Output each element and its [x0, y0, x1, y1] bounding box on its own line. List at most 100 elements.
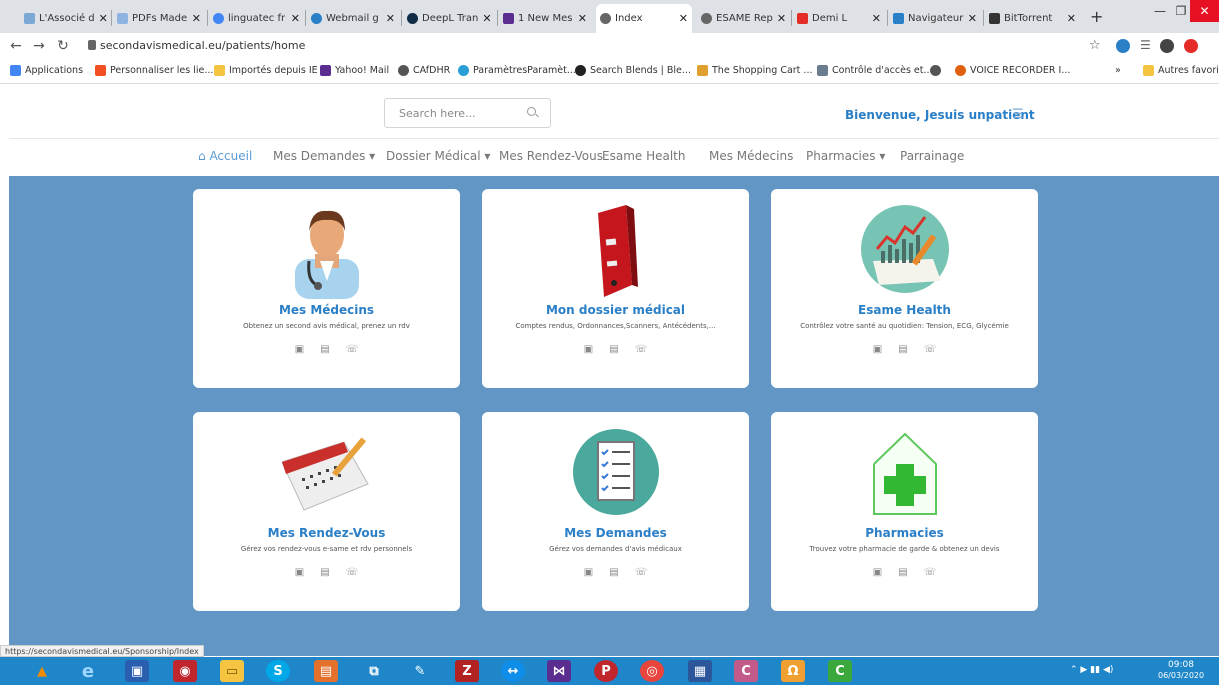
tab-close-icon[interactable]: ✕ — [679, 12, 688, 25]
tab-3[interactable]: linguatec fr ✕ — [209, 6, 304, 30]
tab-8[interactable]: ESAME Rep ✕ — [697, 6, 789, 30]
card-title[interactable]: Mon dossier médical — [482, 303, 749, 317]
tab-4[interactable]: Webmail g ✕ — [307, 6, 399, 30]
video-icon[interactable]: ▣ — [584, 567, 593, 578]
card-esame-health[interactable]: Esame Health Contrôlez votre santé au qu… — [771, 189, 1038, 388]
headset-icon[interactable]: Ω — [781, 660, 805, 682]
star-icon[interactable]: ☆ — [1089, 38, 1101, 53]
tab-close-icon[interactable]: ✕ — [291, 12, 300, 25]
back-icon[interactable]: ← — [5, 38, 27, 54]
card-medical-record[interactable]: Mon dossier médical Comptes rendus, Ordo… — [482, 189, 749, 388]
tab-10[interactable]: Navigateur ✕ — [889, 6, 981, 30]
bookmark-item[interactable]: ParamètresParamèt... — [458, 65, 576, 76]
clock-date[interactable]: 06/03/2020 — [1158, 671, 1204, 680]
tab-11[interactable]: BitTorrent ✕ — [985, 6, 1080, 30]
tab-5[interactable]: DeepL Tran ✕ — [403, 6, 495, 30]
bookmark-apps[interactable]: Applications — [10, 65, 83, 76]
book-icon[interactable]: ▤ — [320, 567, 329, 578]
video-icon[interactable]: ▣ — [295, 567, 304, 578]
tab-close-icon[interactable]: ✕ — [192, 12, 201, 25]
nav-requests[interactable]: Mes Demandes ▾ — [273, 149, 375, 163]
video-icon[interactable]: ▣ — [584, 344, 593, 355]
filezilla-icon[interactable]: Z — [455, 660, 479, 682]
file-explorer-icon[interactable]: ▭ — [220, 660, 244, 682]
forward-icon[interactable]: → — [28, 38, 50, 54]
card-doctors[interactable]: Mes Médecins Obtenez un second avis médi… — [193, 189, 460, 388]
tab-close-icon[interactable]: ✕ — [872, 12, 881, 25]
card-title[interactable]: Mes Médecins — [193, 303, 460, 317]
nav-record[interactable]: Dossier Médical ▾ — [386, 149, 490, 163]
tab-close-icon[interactable]: ✕ — [99, 12, 108, 25]
extension-icon-list[interactable]: ☰ — [1140, 38, 1151, 52]
bookmark-item[interactable]: Importés depuis IE — [214, 65, 318, 76]
book-icon[interactable]: ▤ — [609, 567, 618, 578]
card-title[interactable]: Esame Health — [771, 303, 1038, 317]
nav-appointments[interactable]: Mes Rendez-Vous — [499, 149, 603, 163]
other-bookmarks-folder[interactable]: Autres favoris — [1143, 65, 1219, 76]
search-input[interactable]: Search here... — [384, 98, 551, 128]
card-title[interactable]: Pharmacies — [771, 526, 1038, 540]
book-icon[interactable]: ▤ — [609, 344, 618, 355]
pdf-app-icon[interactable]: P — [594, 660, 618, 682]
app-icon[interactable]: ▣ — [125, 660, 149, 682]
video-icon[interactable]: ▣ — [873, 344, 882, 355]
tab-close-icon[interactable]: ✕ — [1067, 12, 1076, 25]
card-pharmacies[interactable]: Pharmacies Trouvez votre pharmacie de ga… — [771, 412, 1038, 611]
camtasia-icon[interactable]: C — [828, 660, 852, 682]
chrome-icon[interactable]: ◎ — [640, 660, 664, 682]
tab-close-icon[interactable]: ✕ — [968, 12, 977, 25]
tab-2[interactable]: PDFs Made ✕ — [113, 6, 205, 30]
extension-icon-blue[interactable] — [1116, 39, 1130, 53]
network-icon[interactable]: ⧉ — [362, 660, 386, 682]
phone-icon[interactable]: ☏ — [924, 567, 937, 578]
maximize-button[interactable]: ❐ — [1172, 0, 1190, 22]
tab-active-index[interactable]: Index ✕ — [596, 4, 692, 33]
phone-icon[interactable]: ☏ — [924, 344, 937, 355]
tab-close-icon[interactable]: ✕ — [482, 12, 491, 25]
book-icon[interactable]: ▤ — [898, 567, 907, 578]
bookmark-item[interactable]: The Shopping Cart ... — [697, 65, 813, 76]
book-icon[interactable]: ▤ — [898, 344, 907, 355]
visual-studio-icon[interactable]: ⋈ — [547, 660, 571, 682]
close-window-button[interactable]: ✕ — [1190, 0, 1219, 22]
pen-tool-icon[interactable]: ✎ — [408, 660, 432, 682]
more-bookmarks-button[interactable]: » — [1115, 65, 1121, 76]
internet-explorer-icon[interactable]: e — [76, 660, 100, 682]
phone-icon[interactable]: ☏ — [635, 344, 648, 355]
word-pad-icon[interactable]: ▦ — [688, 660, 712, 682]
extension-icon-red[interactable] — [1184, 39, 1198, 53]
tray-icons[interactable]: ⌃ ▶ ▮▮ ◀) — [1070, 665, 1113, 675]
search-icon[interactable] — [527, 107, 536, 116]
skype-icon[interactable]: S — [266, 660, 290, 682]
phone-icon[interactable]: ☏ — [346, 567, 359, 578]
tab-close-icon[interactable]: ✕ — [777, 12, 786, 25]
nav-sponsorship[interactable]: Parrainage — [900, 149, 964, 163]
bookmark-item[interactable]: Personnaliser les lie... — [95, 65, 213, 76]
bookmark-item[interactable]: Search Blends | Ble... — [575, 65, 691, 76]
card-title[interactable]: Mes Demandes — [482, 526, 749, 540]
nav-home[interactable]: ⌂ Accueil — [198, 149, 252, 163]
tab-close-icon[interactable]: ✕ — [578, 12, 587, 25]
card-requests[interactable]: Mes Demandes Gérez vos demandes d'avis m… — [482, 412, 749, 611]
bookmark-item[interactable]: CAfDHR — [398, 65, 450, 76]
nav-doctors[interactable]: Mes Médecins — [709, 149, 793, 163]
tab-9[interactable]: Demi L ✕ — [793, 6, 885, 30]
teamviewer-icon[interactable]: ↔ — [501, 660, 525, 682]
clock-time[interactable]: 09:08 — [1168, 660, 1194, 670]
tab-6[interactable]: 1 New Mes ✕ — [499, 6, 591, 30]
card-appointments[interactable]: Mes Rendez-Vous Gérez vos rendez-vous e-… — [193, 412, 460, 611]
bookmark-item[interactable]: Yahoo! Mail — [320, 65, 389, 76]
minimize-button[interactable]: — — [1148, 0, 1172, 22]
bookmark-item[interactable]: Contrôle d'accès et... — [817, 65, 933, 76]
bookmark-item[interactable] — [930, 65, 945, 76]
video-icon[interactable]: ▣ — [873, 567, 882, 578]
phone-icon[interactable]: ☏ — [635, 567, 648, 578]
nav-pharmacies[interactable]: Pharmacies ▾ — [806, 149, 885, 163]
vlc-icon[interactable]: ▲ — [30, 660, 54, 682]
book-icon[interactable]: ▤ — [320, 344, 329, 355]
reload-icon[interactable]: ↻ — [52, 38, 74, 54]
ccleaner-icon[interactable]: C — [734, 660, 758, 682]
office-icon[interactable]: ▤ — [314, 660, 338, 682]
phone-icon[interactable]: ☏ — [346, 344, 359, 355]
video-icon[interactable]: ▣ — [295, 344, 304, 355]
